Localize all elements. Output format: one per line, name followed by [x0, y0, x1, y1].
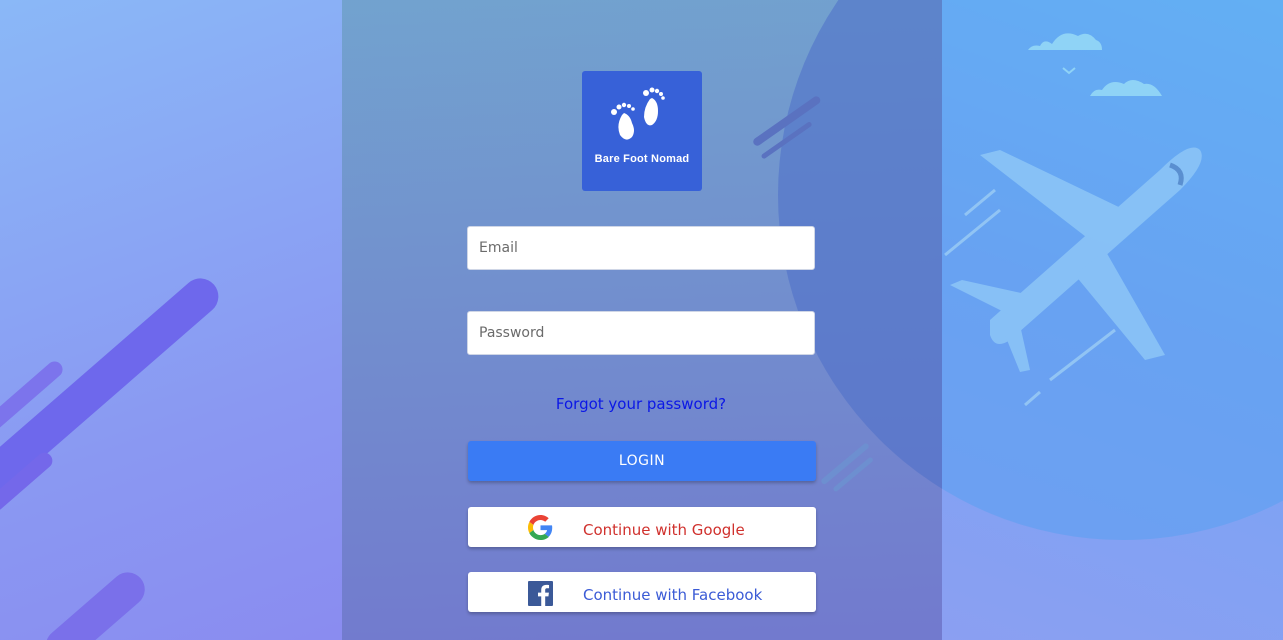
google-icon	[528, 515, 553, 540]
brand-logo: Bare Foot Nomad	[582, 71, 702, 191]
email-field[interactable]	[467, 226, 815, 270]
google-button-label: Continue with Google	[583, 521, 745, 539]
login-button[interactable]: LOGIN	[468, 441, 816, 481]
google-login-button[interactable]: Continue with Google	[468, 507, 816, 547]
forgot-password-link[interactable]: Forgot your password?	[467, 395, 815, 413]
facebook-icon	[528, 581, 553, 606]
facebook-login-button[interactable]: Continue with Facebook	[468, 572, 816, 612]
decor-streak	[38, 565, 152, 640]
cloud-icon	[1028, 33, 1102, 50]
airplane-illustration	[944, 147, 1202, 407]
password-field[interactable]	[467, 311, 815, 355]
cloud-icon	[1090, 80, 1162, 96]
footprints-icon	[611, 87, 665, 140]
bird-icon	[1062, 67, 1076, 75]
brand-name: Bare Foot Nomad	[594, 153, 690, 165]
facebook-button-label: Continue with Facebook	[583, 586, 763, 604]
decor-streak	[832, 456, 874, 493]
